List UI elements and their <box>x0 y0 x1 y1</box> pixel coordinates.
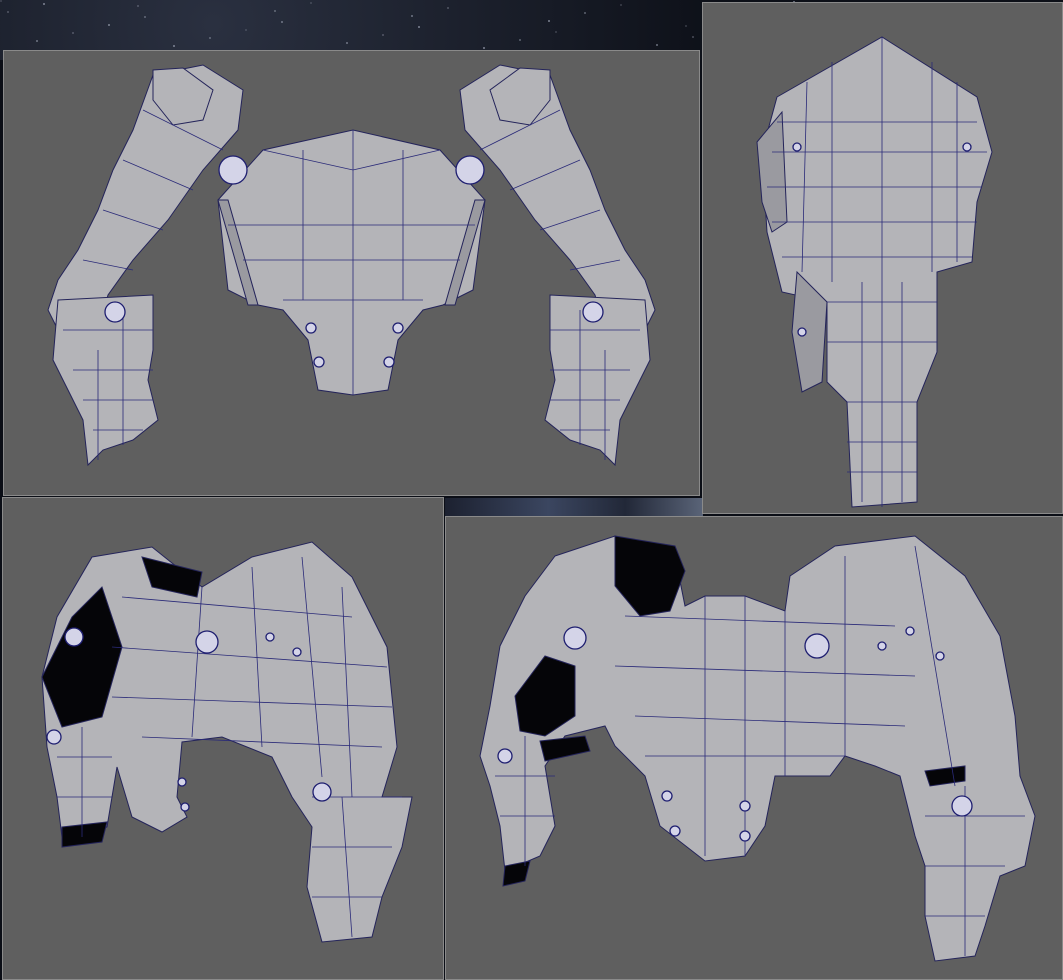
background-image-strip <box>445 498 703 516</box>
front-armor-mesh <box>47 64 656 467</box>
star <box>584 12 586 14</box>
star <box>620 4 622 6</box>
rosette-right <box>455 155 485 185</box>
star <box>274 10 276 12</box>
star <box>411 15 413 17</box>
star <box>310 2 312 4</box>
star <box>519 39 521 41</box>
star <box>7 11 9 13</box>
star <box>346 42 348 44</box>
star <box>548 20 550 22</box>
star <box>685 25 687 27</box>
viewport-perspective-left[interactable] <box>2 497 444 980</box>
star <box>692 36 694 38</box>
star <box>483 47 485 49</box>
star <box>209 37 211 39</box>
star <box>108 24 110 26</box>
star <box>281 21 283 23</box>
star <box>144 16 146 18</box>
star <box>447 7 449 9</box>
star <box>43 3 45 5</box>
star <box>418 26 420 28</box>
perspective-right-armor-mesh <box>479 535 1036 962</box>
star <box>555 31 557 33</box>
side-armor-mesh <box>756 36 993 508</box>
viewport-front[interactable] <box>3 50 700 496</box>
star <box>245 29 247 31</box>
star <box>72 32 74 34</box>
star <box>656 44 658 46</box>
star <box>382 34 384 36</box>
viewport-side[interactable] <box>702 2 1063 514</box>
viewport-perspective-right[interactable] <box>445 516 1063 980</box>
star <box>36 40 38 42</box>
star <box>173 45 175 47</box>
star <box>0 0 2 2</box>
perspective-left-armor-mesh <box>41 541 413 943</box>
star <box>137 5 139 7</box>
rosette-left <box>218 155 248 185</box>
